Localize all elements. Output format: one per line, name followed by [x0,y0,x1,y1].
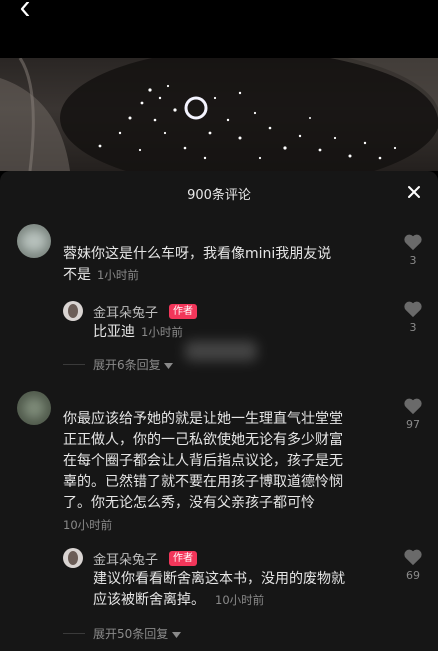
expand-replies-button[interactable]: 展开6条回复 [93,356,174,373]
starry-roof-image [0,58,438,171]
reply-author-name[interactable]: 金耳朵兔子 [93,302,158,321]
divider [63,364,85,365]
heart-icon [404,398,422,415]
like-button[interactable]: 3 [398,233,428,267]
like-count: 69 [406,569,420,582]
reply-time: 10小时前 [215,593,265,607]
comment-sheet: 900条评论 蓉妹你这是什么车呀，我看像mini我朋友说 不是 1小时前 3 金耳… [0,171,438,651]
like-button[interactable]: 69 [398,548,428,582]
heart-icon [404,234,422,251]
author-avatar[interactable] [63,548,83,568]
comment-time: 1小时前 [97,268,139,282]
author-badge: 作者 [169,551,197,566]
comment-text: 蓉妹你这是什么车呀，我看像mini我朋友说 不是 1小时前 [63,246,332,283]
comment-time: 10小时前 [63,518,113,532]
author-avatar[interactable] [63,301,83,321]
chevron-down-icon [164,362,174,369]
avatar[interactable] [17,224,51,258]
like-button[interactable]: 97 [398,397,428,431]
heart-icon [404,301,422,318]
chevron-down-icon [172,631,182,638]
reply-text: 建议你看看断舍离这本书，没用的废物就 应该被断舍离掉。 10小时前 [93,571,345,608]
like-count: 97 [406,418,420,431]
reply-time: 1小时前 [141,325,183,339]
heart-icon [404,549,422,566]
comment-sheet-header: 900条评论 [0,171,438,213]
like-button[interactable]: 3 [398,300,428,334]
comment-count-title: 900条评论 [187,188,251,203]
close-icon[interactable] [404,182,424,202]
video-preview[interactable] [0,58,438,171]
reply-text: 比亚迪 1小时前 [93,324,183,340]
chevron-left-icon[interactable] [14,2,34,16]
reply-author-name[interactable]: 金耳朵兔子 [93,549,158,568]
top-bar [0,0,438,58]
expand-replies-button[interactable]: 展开50条回复 [93,625,182,642]
blurred-overlay [185,341,257,361]
like-count: 3 [409,321,417,334]
divider [63,633,85,634]
like-count: 3 [409,254,417,267]
comment-text: 你最应该给予她的就是让她一生理直气壮堂堂 正正做人，你的一己私欲使她无论有多少财… [63,411,343,511]
avatar[interactable] [17,391,51,425]
author-badge: 作者 [169,304,197,319]
